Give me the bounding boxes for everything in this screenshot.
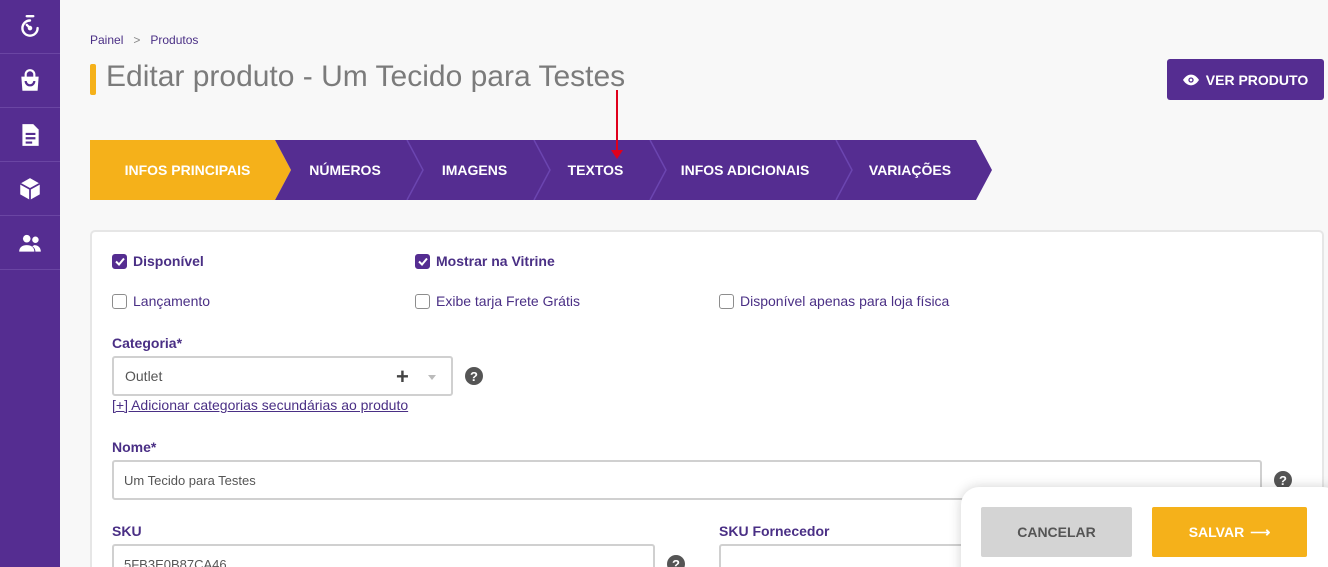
checkbox-label: Lançamento — [133, 293, 211, 309]
checkbox-label: Disponível apenas para loja física — [740, 293, 950, 309]
tab-imagens[interactable]: IMAGENS — [422, 140, 527, 200]
breadcrumb: Painel > Produtos — [90, 33, 198, 47]
shopping-bag-icon — [21, 68, 39, 91]
nome-label: Nome* — [112, 439, 157, 455]
categoria-label: Categoria* — [112, 335, 183, 351]
sidebar-item-pages[interactable] — [0, 108, 60, 162]
checkbox-unchecked-icon — [415, 293, 430, 309]
sidebar-item-customers[interactable] — [0, 216, 60, 270]
sku-fornecedor-label: SKU Fornecedor — [719, 523, 830, 539]
checkbox-label: Disponível — [133, 253, 204, 269]
checkbox-unchecked-icon — [719, 293, 734, 309]
stopwatch-icon — [21, 14, 39, 37]
help-icon[interactable]: ? — [465, 367, 483, 385]
categoria-value: Outlet — [125, 368, 163, 384]
checkbox-mostrar-vitrine[interactable]: Mostrar na Vitrine — [415, 253, 555, 269]
save-button[interactable]: SALVAR ⟶ — [1152, 507, 1307, 557]
page-title: Editar produto - Um Tecido para Testes — [106, 60, 626, 93]
checkbox-label: Exibe tarja Frete Grátis — [436, 293, 580, 309]
tab-textos[interactable]: TEXTOS — [549, 140, 642, 200]
cancel-button[interactable]: CANCELAR — [981, 507, 1132, 557]
save-label: SALVAR — [1188, 524, 1245, 540]
sidebar-item-dashboard[interactable] — [0, 0, 60, 54]
chevron-down-icon — [428, 375, 436, 380]
tab-numeros[interactable]: NÚMEROS — [290, 140, 400, 200]
view-product-label: VER PRODUTO — [1205, 71, 1309, 88]
breadcrumb-item-painel[interactable]: Painel — [90, 33, 123, 47]
checkbox-frete-gratis[interactable]: Exibe tarja Frete Grátis — [415, 293, 580, 309]
help-icon[interactable]: ? — [667, 555, 685, 567]
sidebar-item-products[interactable] — [0, 162, 60, 216]
tab-variacoes[interactable]: VARIAÇÕES — [851, 140, 969, 200]
checkbox-lancamento[interactable]: Lançamento — [112, 293, 210, 309]
box-icon — [19, 177, 41, 200]
checkbox-unchecked-icon — [112, 293, 127, 309]
checkbox-loja-fisica[interactable]: Disponível apenas para loja física — [719, 293, 949, 309]
checkbox-checked-icon — [112, 253, 127, 269]
arrow-right-icon: ⟶ — [1250, 523, 1271, 540]
step-tabs: INFOS PRINCIPAIS NÚMEROS IMAGENS TEXTOS … — [90, 140, 992, 200]
add-category-icon[interactable]: + — [396, 364, 409, 390]
view-product-button[interactable]: VER PRODUTO — [1167, 59, 1324, 100]
add-secondary-categories-link[interactable]: [+] Adicionar categorias secundárias ao … — [112, 397, 408, 413]
sidebar — [0, 0, 60, 567]
breadcrumb-separator: > — [133, 33, 141, 47]
sku-label: SKU — [112, 523, 142, 539]
eye-icon — [1182, 74, 1199, 85]
checkbox-label: Mostrar na Vitrine — [436, 253, 555, 269]
annotation-arrow-head — [611, 150, 623, 159]
checkbox-disponivel[interactable]: Disponível — [112, 253, 204, 269]
document-icon — [22, 123, 39, 146]
breadcrumb-item-produtos[interactable]: Produtos — [150, 33, 198, 47]
sku-input[interactable] — [112, 544, 655, 567]
categoria-select[interactable]: Outlet + — [112, 356, 453, 396]
sidebar-item-orders[interactable] — [0, 54, 60, 108]
checkbox-checked-icon — [415, 253, 430, 269]
users-icon — [19, 234, 41, 252]
annotation-arrow-line — [616, 90, 618, 154]
tab-infos-principais[interactable]: INFOS PRINCIPAIS — [90, 140, 285, 200]
tab-infos-adicionais[interactable]: INFOS ADICIONAIS — [665, 140, 825, 200]
title-accent-bar — [90, 64, 96, 95]
